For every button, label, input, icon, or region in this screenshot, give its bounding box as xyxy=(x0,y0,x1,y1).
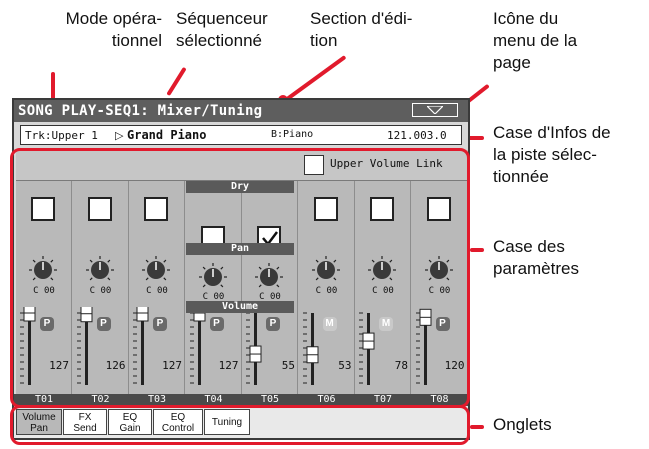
callout-menu-line3: page xyxy=(493,53,531,72)
callout-menu-line1: Icône du xyxy=(493,9,559,28)
callout-edit-line2: tion xyxy=(310,31,338,50)
callout-param-line2: paramètres xyxy=(493,259,579,278)
callout-page-menu: Icône du menu de la page xyxy=(493,8,577,74)
callout-track-line3: tionnée xyxy=(493,167,549,186)
callout-mode-line1: Mode opéra- xyxy=(65,9,162,28)
tabs-highlight xyxy=(10,405,470,445)
sound-bank: B:Piano xyxy=(271,129,314,140)
callout-tabs-line1: Onglets xyxy=(493,415,552,434)
params-highlight xyxy=(10,148,470,408)
callout-menu-line2: menu de la xyxy=(493,31,578,50)
callout-edit-section: Section d'édi- tion xyxy=(310,8,412,52)
track-name: Trk:Upper 1 xyxy=(25,129,98,142)
callout-tabs: Onglets xyxy=(493,414,552,436)
track-info-box[interactable]: Trk:Upper 1 ▷ Grand Piano B:Piano 121.00… xyxy=(20,125,462,145)
pointer-params xyxy=(470,248,484,252)
track-arrow-icon: ▷ xyxy=(115,129,124,142)
pointer-sequencer xyxy=(166,66,187,97)
callout-param-line1: Case des xyxy=(493,237,565,256)
callout-parameters: Case des paramètres xyxy=(493,236,579,280)
callout-seq-line2: sélectionné xyxy=(176,31,263,50)
pointer-tabs xyxy=(470,425,484,429)
sound-name: Grand Piano xyxy=(127,128,207,142)
page-menu-button[interactable] xyxy=(412,103,458,117)
callout-edit-line1: Section d'édi- xyxy=(310,9,413,28)
callout-sequencer: Séquenceur sélectionné xyxy=(176,8,268,52)
menu-triangle-icon xyxy=(427,106,443,114)
callout-track-info: Case d'Infos de la piste sélec- tionnée xyxy=(493,122,611,188)
callout-track-line1: Case d'Infos de xyxy=(493,123,611,142)
pointer-edit xyxy=(281,55,347,104)
callout-mode-line2: tionnel xyxy=(111,31,162,50)
pointer-mode xyxy=(51,72,55,100)
page-title: SONG PLAY-SEQ1: Mixer/Tuning xyxy=(18,103,263,119)
callout-mode: Mode opéra- tionnel xyxy=(40,8,162,52)
callout-track-line2: la piste sélec- xyxy=(493,145,597,164)
program-number: 121.003.0 xyxy=(387,129,447,142)
callout-seq-line1: Séquenceur xyxy=(176,9,268,28)
title-bar: SONG PLAY-SEQ1: Mixer/Tuning xyxy=(14,100,468,122)
